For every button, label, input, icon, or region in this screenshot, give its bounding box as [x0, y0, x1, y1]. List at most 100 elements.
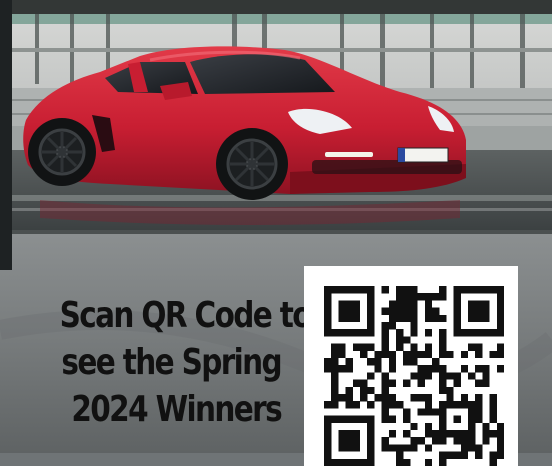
qr-module	[345, 365, 353, 373]
qr-module	[403, 415, 411, 423]
qr-module	[482, 286, 490, 294]
qr-module	[324, 358, 332, 366]
qr-module	[367, 322, 375, 330]
qr-module	[475, 314, 483, 323]
qr-module	[460, 401, 469, 409]
qr-module	[331, 394, 339, 402]
headline-line-1: Scan QR Code to	[59, 295, 313, 336]
qr-module	[439, 314, 447, 323]
qr-module	[496, 307, 504, 315]
qr-module	[496, 322, 504, 330]
qr-module	[388, 307, 397, 315]
qr-module	[331, 415, 339, 423]
qr-module	[468, 343, 476, 351]
qr-module	[496, 422, 504, 431]
qr-module	[374, 394, 382, 402]
qr-module	[424, 365, 433, 373]
qr-module	[331, 372, 339, 380]
qr-module	[360, 379, 368, 387]
qr-module	[460, 437, 469, 445]
qr-module	[324, 458, 332, 466]
qr-module	[338, 307, 346, 315]
qr-module	[367, 307, 375, 315]
qr-module	[432, 307, 440, 315]
qr-module	[403, 350, 411, 359]
qr-module	[475, 307, 483, 315]
qr-module	[489, 430, 497, 438]
qr-module	[360, 386, 368, 395]
qr-module	[489, 401, 497, 409]
qr-module	[338, 300, 346, 308]
qr-module	[410, 307, 418, 315]
qr-module	[468, 444, 476, 452]
qr-module	[381, 444, 389, 452]
headline-line-3: 2024 Winners	[71, 389, 282, 430]
qr-module	[388, 350, 397, 359]
qr-module	[460, 394, 469, 402]
qr-module	[439, 365, 447, 373]
qr-module	[324, 300, 332, 308]
qr-module	[453, 329, 461, 337]
qr-module	[324, 430, 332, 438]
qr-module	[367, 293, 375, 301]
qr-module	[324, 286, 332, 294]
qr-module	[424, 343, 433, 351]
qr-module	[439, 408, 447, 416]
qr-module	[338, 329, 346, 337]
qr-module	[424, 329, 433, 337]
qr-module	[324, 322, 332, 330]
qr-module	[475, 401, 483, 409]
qr-module	[468, 286, 476, 294]
qr-module	[403, 358, 411, 366]
qr-module	[374, 350, 382, 359]
qr-module	[432, 408, 440, 416]
qr-module	[367, 444, 375, 452]
qr-module	[352, 458, 361, 466]
qr-module	[352, 437, 361, 445]
qr-module	[396, 314, 404, 323]
qr-module	[360, 394, 368, 402]
qr-module	[403, 430, 411, 438]
qr-module	[381, 394, 389, 402]
qr-module	[331, 358, 339, 366]
qr-module	[324, 307, 332, 315]
qr-module	[475, 379, 483, 387]
qr-module	[424, 372, 433, 380]
qr-module	[439, 437, 447, 445]
qr-module	[424, 408, 433, 416]
qr-module	[496, 430, 504, 438]
qr-module	[468, 415, 476, 423]
qr-module	[352, 444, 361, 452]
qr-module	[460, 286, 469, 294]
qr-module	[432, 358, 440, 366]
qr-module	[482, 329, 490, 337]
qr-module	[396, 293, 404, 301]
qr-module	[360, 458, 368, 466]
qr-module	[367, 329, 375, 337]
qr-module	[410, 350, 418, 359]
qr-module	[381, 286, 389, 294]
qr-module	[475, 286, 483, 294]
qr-module	[396, 286, 404, 294]
qr-module	[410, 314, 418, 323]
qr-module	[489, 415, 497, 423]
qr-code-icon[interactable]	[324, 286, 504, 466]
qr-module	[468, 422, 476, 431]
qr-module	[410, 394, 418, 402]
qr-module	[396, 458, 404, 466]
qr-module	[453, 286, 461, 294]
qr-module	[424, 350, 433, 359]
qr-module	[496, 286, 504, 294]
qr-module	[388, 394, 397, 402]
qr-module	[338, 343, 346, 351]
qr-module	[367, 458, 375, 466]
qr-module	[439, 329, 447, 337]
qr-code-panel[interactable]	[304, 266, 518, 466]
qr-module	[424, 314, 433, 323]
qr-module	[410, 286, 418, 294]
qr-module	[338, 350, 346, 359]
qr-module	[338, 286, 346, 294]
qr-module	[453, 322, 461, 330]
qr-module	[410, 437, 418, 445]
qr-module	[475, 329, 483, 337]
